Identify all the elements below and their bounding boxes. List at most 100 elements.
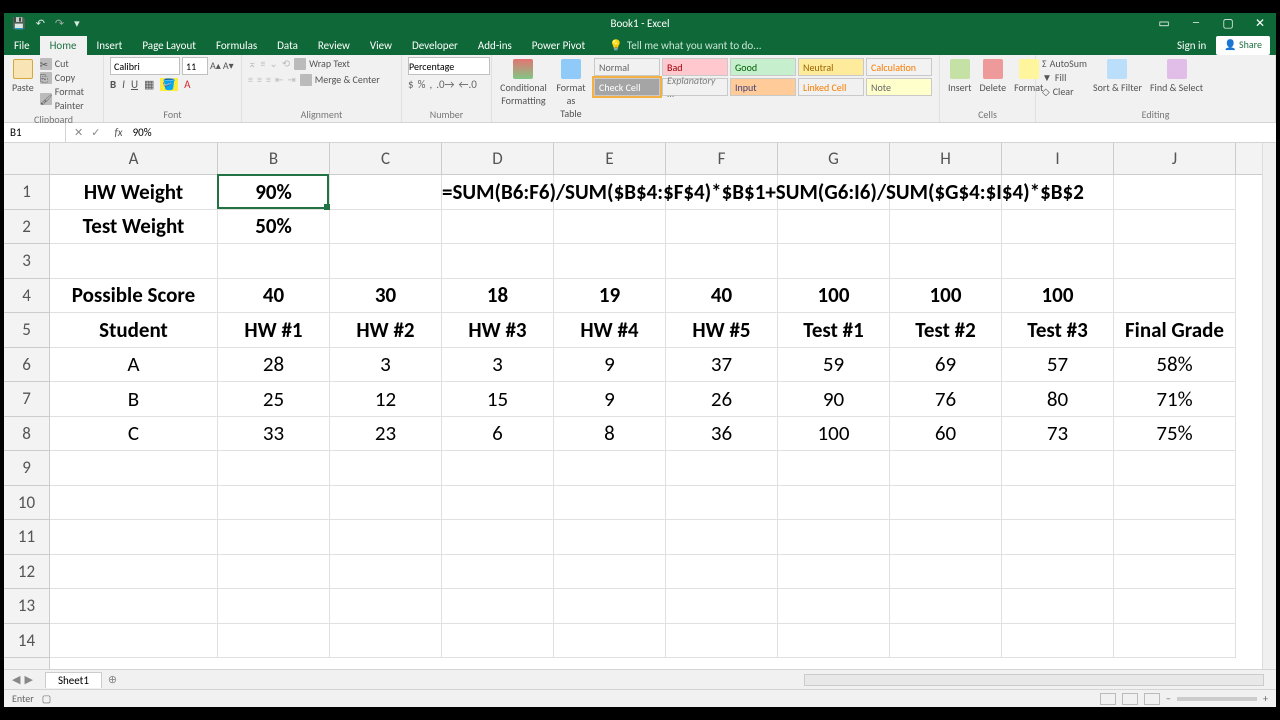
- cell-B5[interactable]: HW #1: [218, 313, 330, 348]
- cell-F7[interactable]: 26: [666, 382, 778, 417]
- cell-C14[interactable]: [330, 624, 442, 659]
- cell-H8[interactable]: 60: [890, 417, 1002, 452]
- select-all-button[interactable]: [4, 143, 50, 175]
- sign-in-link[interactable]: Sign in: [1171, 36, 1212, 55]
- name-box[interactable]: B1: [4, 123, 66, 142]
- cell-F10[interactable]: [666, 486, 778, 521]
- row-header-12[interactable]: 12: [4, 555, 49, 590]
- cell-E4[interactable]: 19: [554, 279, 666, 314]
- cell-G2[interactable]: [778, 210, 890, 245]
- row-header-2[interactable]: 2: [4, 210, 49, 245]
- style-neutral[interactable]: Neutral: [798, 58, 864, 76]
- cell-J6[interactable]: 58%: [1114, 348, 1236, 383]
- cell-F5[interactable]: HW #5: [666, 313, 778, 348]
- cell-F2[interactable]: [666, 210, 778, 245]
- cell-H6[interactable]: 69: [890, 348, 1002, 383]
- cell-C8[interactable]: 23: [330, 417, 442, 452]
- cell-D10[interactable]: [442, 486, 554, 521]
- cell-C9[interactable]: [330, 451, 442, 486]
- row-header-4[interactable]: 4: [4, 279, 49, 314]
- tab-file[interactable]: File: [4, 36, 40, 55]
- cell-C2[interactable]: [330, 210, 442, 245]
- sheet-tab-sheet1[interactable]: Sheet1: [45, 672, 102, 688]
- cell-I11[interactable]: [1002, 520, 1114, 555]
- increase-decimal-icon[interactable]: .0→: [436, 78, 454, 91]
- cell-G11[interactable]: [778, 520, 890, 555]
- cell-I5[interactable]: Test #3: [1002, 313, 1114, 348]
- cell-H9[interactable]: [890, 451, 1002, 486]
- cell-E9[interactable]: [554, 451, 666, 486]
- column-header-C[interactable]: C: [330, 143, 442, 174]
- cell-A4[interactable]: Possible Score: [50, 279, 218, 314]
- row-header-14[interactable]: 14: [4, 624, 49, 659]
- ribbon-options-icon[interactable]: ▭: [1148, 16, 1180, 31]
- cell-C13[interactable]: [330, 589, 442, 624]
- vertical-scrollbar[interactable]: [1262, 143, 1276, 669]
- zoom-slider[interactable]: [1177, 697, 1257, 701]
- cell-B2[interactable]: 50%: [218, 210, 330, 245]
- cell-C7[interactable]: 12: [330, 382, 442, 417]
- align-bottom-icon[interactable]: ⌄: [269, 57, 277, 71]
- cell-H10[interactable]: [890, 486, 1002, 521]
- cell-A10[interactable]: [50, 486, 218, 521]
- cell-H11[interactable]: [890, 520, 1002, 555]
- align-center-icon[interactable]: ≡: [257, 73, 262, 87]
- bold-button[interactable]: B: [110, 78, 116, 91]
- cell-E8[interactable]: 8: [554, 417, 666, 452]
- cell-F9[interactable]: [666, 451, 778, 486]
- cell-I13[interactable]: [1002, 589, 1114, 624]
- cell-D13[interactable]: [442, 589, 554, 624]
- style-normal[interactable]: Normal: [594, 58, 660, 76]
- cell-G12[interactable]: [778, 555, 890, 590]
- cell-D11[interactable]: [442, 520, 554, 555]
- cell-D4[interactable]: 18: [442, 279, 554, 314]
- align-left-icon[interactable]: ≡: [248, 73, 253, 87]
- cell-G4[interactable]: 100: [778, 279, 890, 314]
- cell-I12[interactable]: [1002, 555, 1114, 590]
- redo-icon[interactable]: ↷: [55, 17, 64, 30]
- find-select-button[interactable]: Find & Select: [1148, 57, 1205, 96]
- border-button[interactable]: ▦: [144, 78, 154, 91]
- cell-E13[interactable]: [554, 589, 666, 624]
- cell-I4[interactable]: 100: [1002, 279, 1114, 314]
- cell-A6[interactable]: A: [50, 348, 218, 383]
- fx-icon[interactable]: fx: [108, 126, 128, 139]
- cell-D14[interactable]: [442, 624, 554, 659]
- maximize-icon[interactable]: ▢: [1212, 16, 1244, 31]
- cell-C12[interactable]: [330, 555, 442, 590]
- cell-G6[interactable]: 59: [778, 348, 890, 383]
- cell-A3[interactable]: [50, 244, 218, 279]
- cell-G3[interactable]: [778, 244, 890, 279]
- row-header-5[interactable]: 5: [4, 313, 49, 348]
- cut-button[interactable]: ✂Cut: [40, 57, 97, 71]
- row-header-11[interactable]: 11: [4, 520, 49, 555]
- cell-B12[interactable]: [218, 555, 330, 590]
- cell-A5[interactable]: Student: [50, 313, 218, 348]
- cancel-formula-icon[interactable]: ✕: [74, 126, 83, 139]
- cell-I6[interactable]: 57: [1002, 348, 1114, 383]
- column-header-H[interactable]: H: [890, 143, 1002, 174]
- fill-color-button[interactable]: 🪣: [160, 78, 178, 91]
- cell-B14[interactable]: [218, 624, 330, 659]
- cell-D2[interactable]: [442, 210, 554, 245]
- cell-B9[interactable]: [218, 451, 330, 486]
- cell-B1[interactable]: 90%: [218, 175, 330, 210]
- cell-B6[interactable]: 28: [218, 348, 330, 383]
- cell-D6[interactable]: 3: [442, 348, 554, 383]
- align-right-icon[interactable]: ≡: [266, 73, 271, 87]
- column-header-A[interactable]: A: [50, 143, 218, 174]
- cell-I8[interactable]: 73: [1002, 417, 1114, 452]
- row-header-7[interactable]: 7: [4, 382, 49, 417]
- normal-view-icon[interactable]: [1100, 693, 1116, 705]
- style-note[interactable]: Note: [866, 78, 932, 96]
- cell-D5[interactable]: HW #3: [442, 313, 554, 348]
- style-explanatory[interactable]: Explanatory ...: [662, 78, 728, 96]
- share-button[interactable]: 👤 Share: [1216, 36, 1270, 55]
- cell-E7[interactable]: 9: [554, 382, 666, 417]
- column-header-D[interactable]: D: [442, 143, 554, 174]
- style-check-cell[interactable]: Check Cell: [594, 78, 660, 96]
- cell-B8[interactable]: 33: [218, 417, 330, 452]
- cell-E12[interactable]: [554, 555, 666, 590]
- save-icon[interactable]: 💾: [12, 17, 26, 30]
- percent-icon[interactable]: %: [418, 78, 426, 91]
